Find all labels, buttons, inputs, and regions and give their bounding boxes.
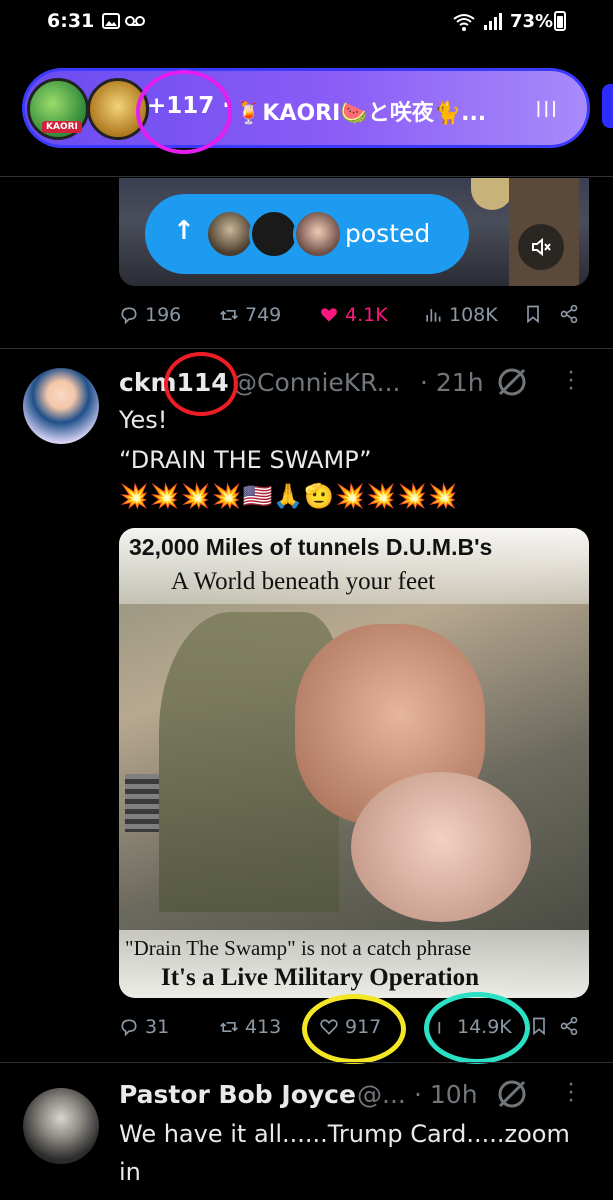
grok-icon[interactable] bbox=[494, 1076, 530, 1112]
divider bbox=[0, 1062, 613, 1063]
audio-bars-icon[interactable]: ||| bbox=[535, 98, 559, 117]
divider bbox=[0, 348, 613, 349]
posted-label: posted bbox=[345, 219, 431, 248]
retweet-button[interactable]: 413 bbox=[219, 1016, 281, 1038]
author-handle[interactable]: @... bbox=[357, 1080, 406, 1109]
arrow-up-icon: ↑ bbox=[173, 216, 195, 246]
retweet-icon bbox=[220, 1022, 238, 1032]
heart-icon bbox=[321, 308, 337, 322]
author-display-name[interactable]: Pastor Bob Joyce bbox=[119, 1080, 356, 1109]
share-icon bbox=[560, 1016, 578, 1036]
poster-avatar bbox=[205, 209, 255, 259]
share-button[interactable] bbox=[559, 1016, 579, 1036]
bookmark-icon bbox=[527, 305, 539, 324]
image-caption-bold: It's a Live Military Operation bbox=[161, 964, 480, 991]
kaori-badge: KAORI bbox=[42, 121, 82, 133]
divider bbox=[0, 176, 613, 177]
bookmark-button[interactable] bbox=[529, 1016, 549, 1036]
share-icon bbox=[560, 304, 578, 324]
tweet-text-line: “DRAIN THE SWAMP” bbox=[119, 446, 372, 474]
battery-percent: 73% bbox=[510, 11, 554, 32]
like-button[interactable]: 4.1K bbox=[319, 304, 388, 326]
reply-icon bbox=[121, 307, 137, 325]
annotation-circle-cyan bbox=[424, 992, 530, 1064]
retweet-button[interactable]: 749 bbox=[219, 304, 281, 326]
mute-icon[interactable] bbox=[518, 224, 564, 270]
image-subtitle: A World beneath your feet bbox=[171, 568, 436, 595]
status-bar: 6:31 73% bbox=[0, 0, 613, 46]
author-avatar[interactable] bbox=[23, 368, 99, 444]
space-host-avatar[interactable]: KAORI bbox=[27, 78, 89, 140]
presidential-seal bbox=[471, 178, 513, 210]
reply-button[interactable]: 196 bbox=[119, 304, 181, 326]
tweet-image[interactable]: 32,000 Miles of tunnels D.U.M.B's A Worl… bbox=[119, 528, 589, 998]
image-title: 32,000 Miles of tunnels D.U.M.B's bbox=[129, 534, 493, 560]
spaces-bar-edge bbox=[602, 84, 613, 128]
tweet-text-line: We have it all......Trump Card.....zoom bbox=[119, 1120, 570, 1148]
gallery-icon bbox=[102, 12, 120, 34]
baby bbox=[351, 772, 531, 922]
author-handle[interactable]: @ConnieKR... bbox=[232, 368, 400, 397]
author-avatar[interactable] bbox=[23, 1088, 99, 1164]
retweet-count: 413 bbox=[245, 1016, 282, 1038]
signal-icon bbox=[482, 12, 502, 36]
tweet-text-line: Yes! bbox=[119, 406, 168, 434]
annotation-circle-red bbox=[164, 352, 238, 416]
bookmark-button[interactable] bbox=[523, 304, 543, 324]
reply-icon bbox=[121, 1019, 137, 1037]
new-posts-pill[interactable]: ↑ posted bbox=[145, 194, 469, 274]
reply-button[interactable]: 31 bbox=[119, 1016, 169, 1038]
views-icon bbox=[426, 309, 441, 322]
annotation-circle-magenta bbox=[136, 70, 232, 154]
clock: 6:31 bbox=[47, 10, 95, 32]
view-count: 108K bbox=[449, 304, 498, 326]
tweet-timestamp[interactable]: · 21h bbox=[420, 368, 484, 397]
reply-count: 31 bbox=[145, 1016, 170, 1038]
flag-patch bbox=[125, 774, 159, 832]
tweet-emojis: 💥💥💥💥🇺🇸🙏🫡💥💥💥💥 bbox=[119, 482, 459, 510]
previous-tweet-actions: 196 749 4.1K 108K bbox=[119, 304, 589, 334]
poster-avatar bbox=[249, 209, 299, 259]
space-title: 🍹KAORI🍉と咲夜🐈... bbox=[235, 101, 487, 126]
retweet-icon bbox=[220, 310, 238, 320]
poster-avatar bbox=[293, 209, 343, 259]
more-icon[interactable]: · · · bbox=[566, 363, 576, 401]
share-button[interactable] bbox=[559, 304, 579, 324]
like-count: 4.1K bbox=[345, 304, 388, 326]
wifi-icon bbox=[452, 12, 476, 36]
retweet-count: 749 bbox=[245, 304, 282, 326]
image-caption: "Drain The Swamp" is not a catch phrase bbox=[125, 936, 472, 960]
more-icon[interactable]: · · · bbox=[566, 1075, 576, 1113]
bookmark-icon bbox=[533, 1017, 545, 1036]
annotation-circle-yellow bbox=[302, 994, 406, 1064]
tweet-text-line: in bbox=[119, 1158, 141, 1186]
reply-count: 196 bbox=[145, 304, 182, 326]
views-button[interactable]: 108K bbox=[423, 304, 498, 326]
voicemail-icon bbox=[124, 12, 146, 34]
grok-icon[interactable] bbox=[494, 364, 530, 400]
battery-icon bbox=[554, 11, 566, 31]
spaces-bar[interactable]: KAORI +117 · 🍹KAORI🍉と咲夜🐈... ||| bbox=[22, 68, 590, 148]
tweet-timestamp[interactable]: · 10h bbox=[414, 1080, 478, 1109]
